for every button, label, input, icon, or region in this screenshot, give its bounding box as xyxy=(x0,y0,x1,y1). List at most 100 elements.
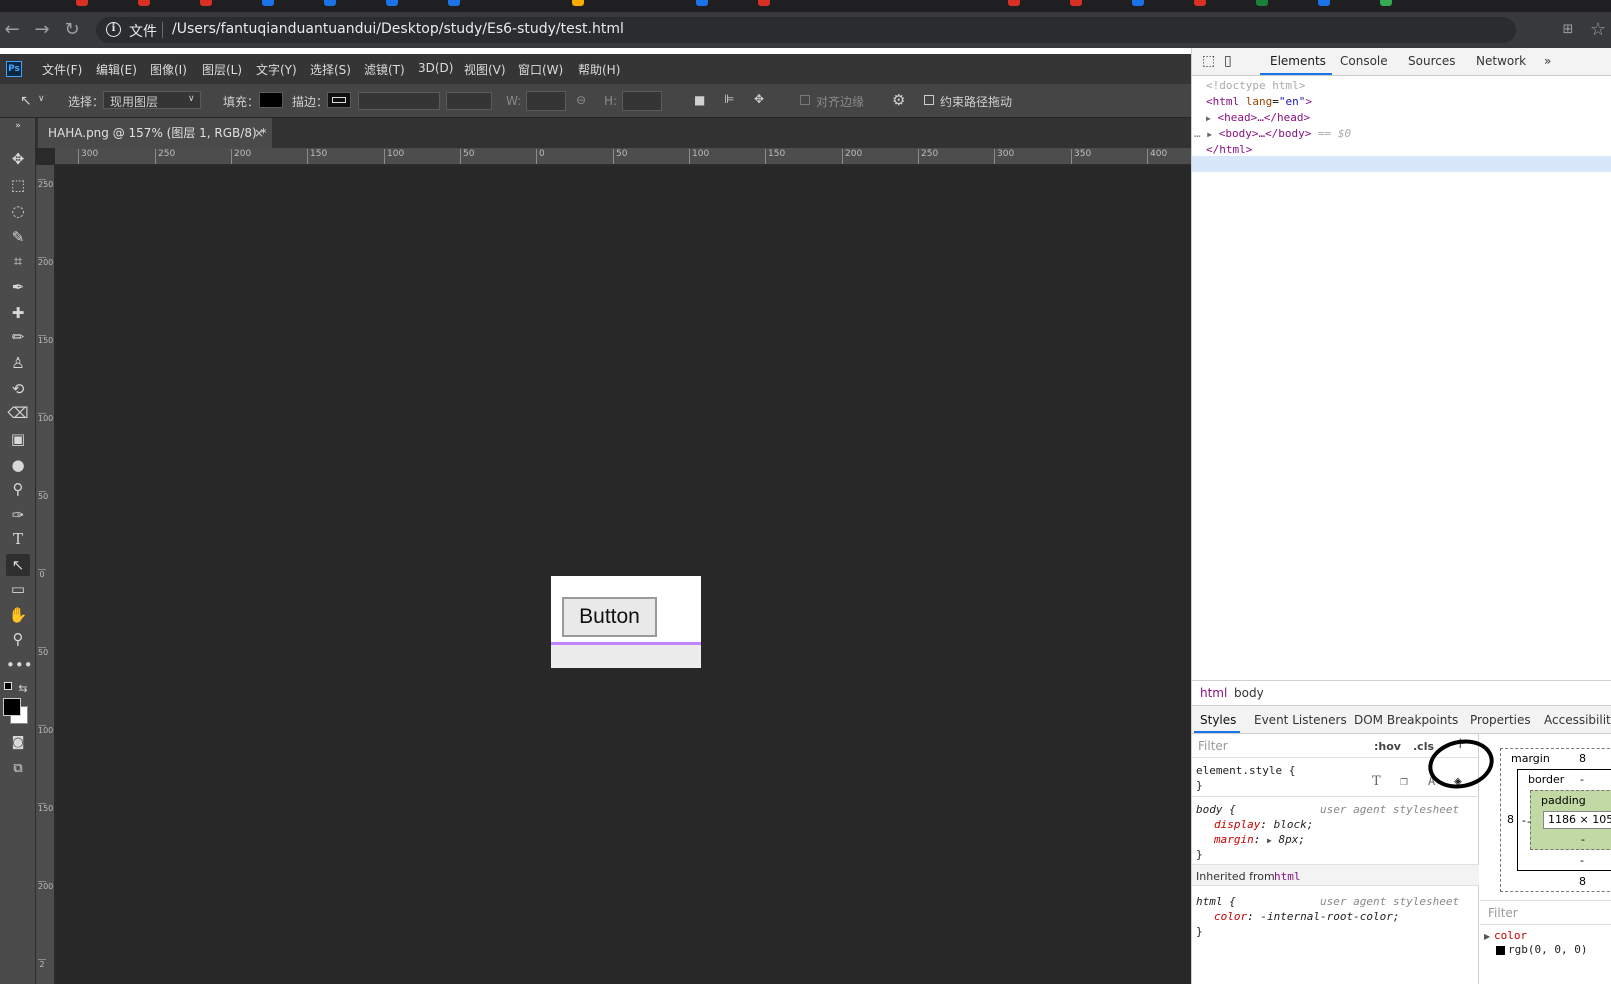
dom-html-close[interactable]: </html> xyxy=(1206,142,1252,158)
hand-tool-icon[interactable]: ✋ xyxy=(6,604,30,626)
marquee-tool-icon[interactable]: ⬚ xyxy=(6,174,30,196)
menu-image[interactable]: 图像(I) xyxy=(150,61,187,78)
tab-favicon[interactable] xyxy=(696,0,708,6)
breadcrumb-html[interactable]: html xyxy=(1200,686,1227,700)
quick-select-tool-icon[interactable]: ✎ xyxy=(6,226,30,248)
border-left-value[interactable]: - xyxy=(1522,814,1526,827)
margin-bottom-value[interactable]: 8 xyxy=(1579,875,1586,888)
tab-favicon[interactable] xyxy=(1070,0,1082,6)
tab-elements[interactable]: Elements xyxy=(1270,54,1326,68)
forward-arrow-icon[interactable]: → xyxy=(30,18,54,42)
tab-favicon[interactable] xyxy=(1132,0,1144,6)
dom-doctype[interactable]: <!doctype html> xyxy=(1206,78,1305,94)
more-tools-icon[interactable]: ••• xyxy=(6,654,33,676)
menu-file[interactable]: 文件(F) xyxy=(42,61,82,78)
foreground-color-swatch[interactable] xyxy=(3,698,21,716)
reload-icon[interactable]: ↻ xyxy=(60,18,84,42)
address-url[interactable]: /Users/fantuqianduantuandui/Desktop/stud… xyxy=(172,21,624,37)
padding-bottom-value[interactable]: - xyxy=(1581,833,1585,846)
constrain-path-checkbox[interactable] xyxy=(924,95,934,105)
fill-swatch[interactable] xyxy=(259,92,283,108)
styles-filter-input[interactable]: Filter xyxy=(1198,739,1228,754)
lasso-tool-icon[interactable]: ◌ xyxy=(6,200,30,222)
tab-favicon[interactable] xyxy=(1256,0,1268,6)
menu-layer[interactable]: 图层(L) xyxy=(202,61,242,78)
tab-favicon[interactable] xyxy=(386,0,398,6)
body-decl-margin[interactable]: margin: ▶ 8px; xyxy=(1214,832,1305,848)
tab-network[interactable]: Network xyxy=(1476,54,1526,68)
element-style-selector[interactable]: element.style { xyxy=(1196,763,1295,778)
history-brush-tool-icon[interactable]: ⟲ xyxy=(6,378,30,400)
box-padding[interactable]: padding - 1186 × 105 - xyxy=(1527,790,1611,850)
hover-state-toggle[interactable]: :hov xyxy=(1374,739,1401,754)
align-edges-checkbox[interactable] xyxy=(800,95,810,105)
menu-3d[interactable]: 3D(D) xyxy=(418,61,453,75)
link-icon[interactable]: ⊖ xyxy=(576,93,586,107)
html-decl-color[interactable]: color: -internal-root-color; xyxy=(1214,909,1399,924)
stroke-type-dropdown[interactable] xyxy=(446,92,492,110)
stroke-swatch[interactable] xyxy=(327,92,351,108)
quick-mask-icon[interactable]: ◙ xyxy=(6,732,30,754)
dom-selected-row[interactable] xyxy=(1192,156,1611,172)
inherited-tag[interactable]: html xyxy=(1274,869,1301,884)
expand-triangle-icon[interactable]: ▶ xyxy=(1207,130,1212,139)
box-border[interactable]: border - - - padding - 1186 × 105 - xyxy=(1517,769,1611,871)
pen-tool-icon[interactable]: ✑ xyxy=(6,504,30,526)
brush-tool-icon[interactable]: ✏ xyxy=(6,326,30,348)
menu-window[interactable]: 窗口(W) xyxy=(518,61,563,78)
tab-accessibility[interactable]: Accessibility xyxy=(1544,713,1611,727)
path-operations-icon[interactable]: ■ xyxy=(694,93,705,107)
menu-type[interactable]: 文字(Y) xyxy=(256,61,297,78)
address-bar[interactable]: i 文件 /Users/fantuqianduantuandui/Desktop… xyxy=(96,17,1516,43)
document-image[interactable]: Button xyxy=(551,576,701,668)
blur-tool-icon[interactable]: ● xyxy=(6,454,30,476)
tab-favicon[interactable] xyxy=(324,0,336,6)
margin-left-value[interactable]: 8 xyxy=(1507,813,1514,826)
path-arrange-icon[interactable]: ✥ xyxy=(754,92,764,106)
crop-tool-icon[interactable]: ⌗ xyxy=(6,250,30,272)
stamp-tool-icon[interactable]: ♙ xyxy=(6,352,30,374)
menu-filter[interactable]: 滤镜(T) xyxy=(364,61,405,78)
healing-brush-tool-icon[interactable]: ✚ xyxy=(6,302,30,324)
stroke-width-field[interactable] xyxy=(358,92,440,110)
expand-triangle-icon[interactable]: ▶ xyxy=(1484,932,1490,941)
menu-select[interactable]: 选择(S) xyxy=(310,61,351,78)
collapse-panel-icon[interactable]: » xyxy=(6,120,30,132)
translate-icon[interactable]: ⊞ xyxy=(1556,18,1580,42)
expand-triangle-icon[interactable]: ▶ xyxy=(1206,114,1211,123)
swap-colors-icon[interactable]: ⇆ xyxy=(16,678,30,700)
height-field[interactable] xyxy=(622,91,662,111)
tab-favicon[interactable] xyxy=(138,0,150,6)
menu-view[interactable]: 视图(V) xyxy=(464,61,506,78)
select-dropdown[interactable]: 现用图层 ∨ xyxy=(103,91,201,109)
box-margin[interactable]: margin 8 8 8 border - - - padding - 1186… xyxy=(1500,748,1611,892)
gear-icon[interactable]: ⚙ xyxy=(892,91,905,109)
path-alignment-icon[interactable]: ⊫ xyxy=(724,92,734,106)
dodge-tool-icon[interactable]: ⚲ xyxy=(6,478,30,500)
width-field[interactable] xyxy=(526,91,566,111)
screen-mode-icon[interactable]: ⧉ xyxy=(6,758,30,780)
rectangle-tool-icon[interactable]: ▭ xyxy=(6,578,30,600)
html-rule-selector[interactable]: html { xyxy=(1196,894,1236,909)
move-tool-icon[interactable]: ✥ xyxy=(6,148,30,170)
margin-top-value[interactable]: 8 xyxy=(1579,752,1586,765)
back-arrow-icon[interactable]: ← xyxy=(0,18,24,42)
eraser-tool-icon[interactable]: ⌫ xyxy=(6,402,30,424)
canvas-area[interactable]: Button xyxy=(55,166,1191,984)
tab-favicon[interactable] xyxy=(448,0,460,6)
menu-edit[interactable]: 编辑(E) xyxy=(96,61,137,78)
computed-prop[interactable]: color xyxy=(1494,929,1527,942)
dom-body-row[interactable]: … ▶ <body>…</body> == $0 xyxy=(1194,126,1351,143)
box-content[interactable]: 1186 × 105 xyxy=(1543,811,1611,829)
expand-triangle-icon[interactable]: ▶ xyxy=(1267,836,1272,845)
border-bottom-value[interactable]: - xyxy=(1580,854,1584,867)
breadcrumb-body[interactable]: body xyxy=(1234,686,1264,700)
body-rule-selector[interactable]: body { xyxy=(1196,802,1236,817)
default-colors-icon[interactable] xyxy=(4,682,12,690)
tab-favicon[interactable] xyxy=(1008,0,1020,6)
padding-left-value[interactable]: - xyxy=(1527,815,1531,828)
tab-styles[interactable]: Styles xyxy=(1200,713,1236,727)
tab-favicon[interactable] xyxy=(572,0,584,6)
info-icon[interactable]: i xyxy=(106,22,121,37)
tab-favicon[interactable] xyxy=(1318,0,1330,6)
